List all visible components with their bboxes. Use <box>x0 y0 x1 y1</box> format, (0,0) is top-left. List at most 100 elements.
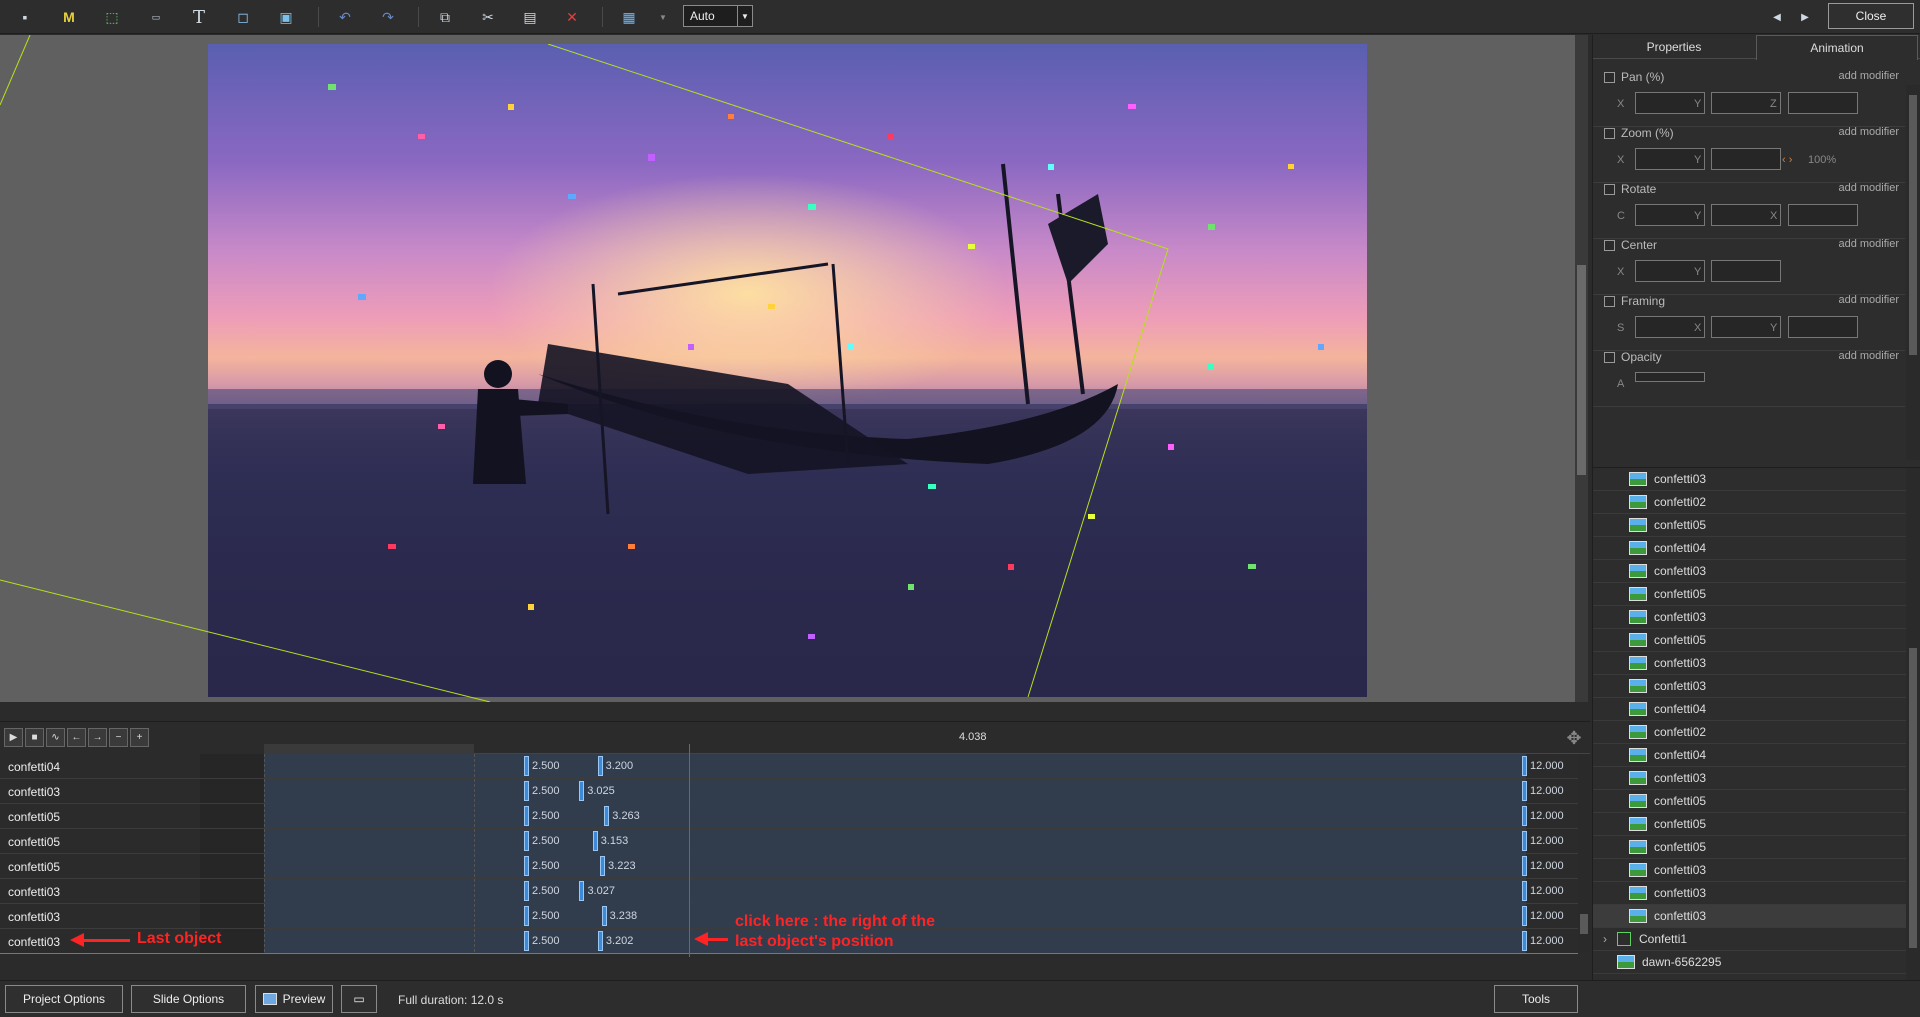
tree-item[interactable]: confetti03 <box>1593 675 1906 698</box>
keyframe[interactable] <box>604 806 610 826</box>
keyframe-start[interactable] <box>524 806 529 826</box>
tree-item[interactable]: confetti04 <box>1593 698 1906 721</box>
undo-icon[interactable]: ↶ <box>333 6 357 28</box>
keyframe-start[interactable] <box>524 931 529 951</box>
keyframe-end[interactable] <box>1522 756 1527 776</box>
opacity-a-field[interactable] <box>1635 372 1705 382</box>
close-button[interactable]: Close <box>1828 3 1914 29</box>
tree-item[interactable]: confetti03 <box>1593 606 1906 629</box>
keyframe-end[interactable] <box>1522 856 1527 876</box>
stop-icon[interactable]: ■ <box>25 728 44 747</box>
text-icon[interactable]: T <box>187 6 211 28</box>
tab-properties[interactable]: Properties <box>1593 35 1755 59</box>
keyframe-end[interactable] <box>1522 806 1527 826</box>
zoom-checkbox[interactable] <box>1604 127 1615 139</box>
timeline-ruler[interactable]: 4.038 <box>264 722 1590 754</box>
copy-icon[interactable]: ⧉ <box>433 6 457 28</box>
tree-item[interactable]: confetti02 <box>1593 721 1906 744</box>
tree-item[interactable]: confetti04 <box>1593 744 1906 767</box>
timeline-row[interactable]: confetti05 2.500 3.153 12.000 <box>0 829 1578 854</box>
grid-dropdown-icon[interactable]: ▼ <box>651 6 675 28</box>
framing-checkbox[interactable] <box>1604 295 1615 307</box>
pan-z-field[interactable] <box>1788 92 1858 114</box>
center-y-field[interactable] <box>1711 260 1781 282</box>
project-options-button[interactable]: Project Options <box>5 985 123 1013</box>
tree-item[interactable]: confetti05 <box>1593 813 1906 836</box>
scroll-thumb[interactable] <box>1577 265 1586 475</box>
prev-slide-icon[interactable]: ◀ <box>1765 6 1789 28</box>
keyframe-end[interactable] <box>1522 781 1527 801</box>
tree-item[interactable]: confetti05 <box>1593 514 1906 537</box>
preview-button[interactable]: Preview <box>255 985 333 1013</box>
timeline-row[interactable]: confetti05 2.500 3.263 12.000 <box>0 804 1578 829</box>
screen-icon[interactable]: ▭ <box>341 985 377 1013</box>
row-track[interactable]: 2.500 3.153 <box>264 829 1527 853</box>
arrow-left-icon[interactable]: ← <box>67 728 86 747</box>
row-track[interactable]: 2.500 3.223 <box>264 854 1527 878</box>
timeline-row[interactable]: confetti03 2.500 3.027 12.000 <box>0 879 1578 904</box>
tree-scrollbar[interactable] <box>1906 468 1920 981</box>
row-track[interactable]: 2.500 3.263 <box>264 804 1527 828</box>
scroll-thumb[interactable] <box>1909 648 1917 948</box>
tree-item[interactable]: confetti03 <box>1593 652 1906 675</box>
tree-item[interactable]: confetti04 <box>1593 537 1906 560</box>
timeline-scrollbar[interactable] <box>1578 754 1590 952</box>
keyframe-start[interactable] <box>524 781 529 801</box>
keyframe[interactable] <box>600 856 606 876</box>
tab-animation[interactable]: Animation <box>1756 35 1918 60</box>
scroll-thumb[interactable] <box>1580 914 1588 934</box>
delete-icon[interactable]: ✕ <box>560 6 584 28</box>
cut-icon[interactable]: ✂ <box>476 6 500 28</box>
keyframe-start[interactable] <box>524 881 529 901</box>
play-icon[interactable]: ▶ <box>4 728 23 747</box>
chevron-right-icon[interactable]: › <box>1603 932 1607 946</box>
center-checkbox[interactable] <box>1604 239 1615 251</box>
keyframe[interactable] <box>592 831 598 851</box>
rectangle-icon[interactable]: ⬚ <box>100 6 124 28</box>
row-track[interactable]: 2.500 3.027 <box>264 879 1527 903</box>
keyframe-end[interactable] <box>1522 906 1527 926</box>
move-icon[interactable]: ✥ <box>1563 727 1585 749</box>
properties-scrollbar[interactable] <box>1906 85 1920 460</box>
keyframe-start[interactable] <box>524 856 529 876</box>
tree-item[interactable]: confetti03 <box>1593 859 1906 882</box>
keyframe-end[interactable] <box>1522 881 1527 901</box>
mask-icon[interactable]: M <box>57 6 81 28</box>
paste-icon[interactable]: ▤ <box>518 6 542 28</box>
tree-item[interactable]: confetti05 <box>1593 790 1906 813</box>
row-track[interactable]: 2.500 3.025 <box>264 779 1527 803</box>
zoom-out-icon[interactable]: − <box>109 728 128 747</box>
video-icon[interactable]: ▭ <box>144 6 168 28</box>
keyframe[interactable] <box>597 756 603 776</box>
framing-y-field[interactable] <box>1788 316 1858 338</box>
add-modifier-link[interactable]: add modifier <box>1838 350 1899 362</box>
keyframe[interactable] <box>579 881 585 901</box>
canvas-vertical-scrollbar[interactable] <box>1575 35 1588 702</box>
camera-icon[interactable]: ▪ <box>13 6 37 28</box>
keyframe[interactable] <box>597 931 603 951</box>
playhead[interactable] <box>689 744 690 957</box>
add-modifier-link[interactable]: add modifier <box>1838 238 1899 250</box>
add-modifier-link[interactable]: add modifier <box>1838 182 1899 194</box>
tree-item[interactable]: confetti03 <box>1593 882 1906 905</box>
add-modifier-link[interactable]: add modifier <box>1838 126 1899 138</box>
pan-checkbox[interactable] <box>1604 71 1615 83</box>
waveform-icon[interactable]: ∿ <box>46 728 65 747</box>
scroll-thumb[interactable] <box>1909 95 1917 355</box>
tree-item[interactable]: confetti02 <box>1593 491 1906 514</box>
zoom-y-field[interactable] <box>1711 148 1781 170</box>
add-modifier-link[interactable]: add modifier <box>1838 70 1899 82</box>
tree-group-confetti[interactable]: › Confetti1 <box>1593 928 1906 951</box>
zoom-in-icon[interactable]: + <box>130 728 149 747</box>
grid-icon[interactable]: ▦ <box>617 6 641 28</box>
slide-options-button[interactable]: Slide Options <box>131 985 246 1013</box>
keyframe[interactable] <box>601 906 607 926</box>
tree-item[interactable]: confetti03 <box>1593 905 1906 928</box>
timeline-row[interactable]: confetti03 2.500 3.025 12.000 <box>0 779 1578 804</box>
tree-item[interactable]: confetti03 <box>1593 560 1906 583</box>
next-slide-icon[interactable]: ▶ <box>1793 6 1817 28</box>
arrow-right-icon[interactable]: → <box>88 728 107 747</box>
image-icon[interactable]: ▣ <box>274 6 298 28</box>
keyframe-start[interactable] <box>524 756 529 776</box>
zoom-select[interactable]: Auto ▼ <box>683 5 753 27</box>
